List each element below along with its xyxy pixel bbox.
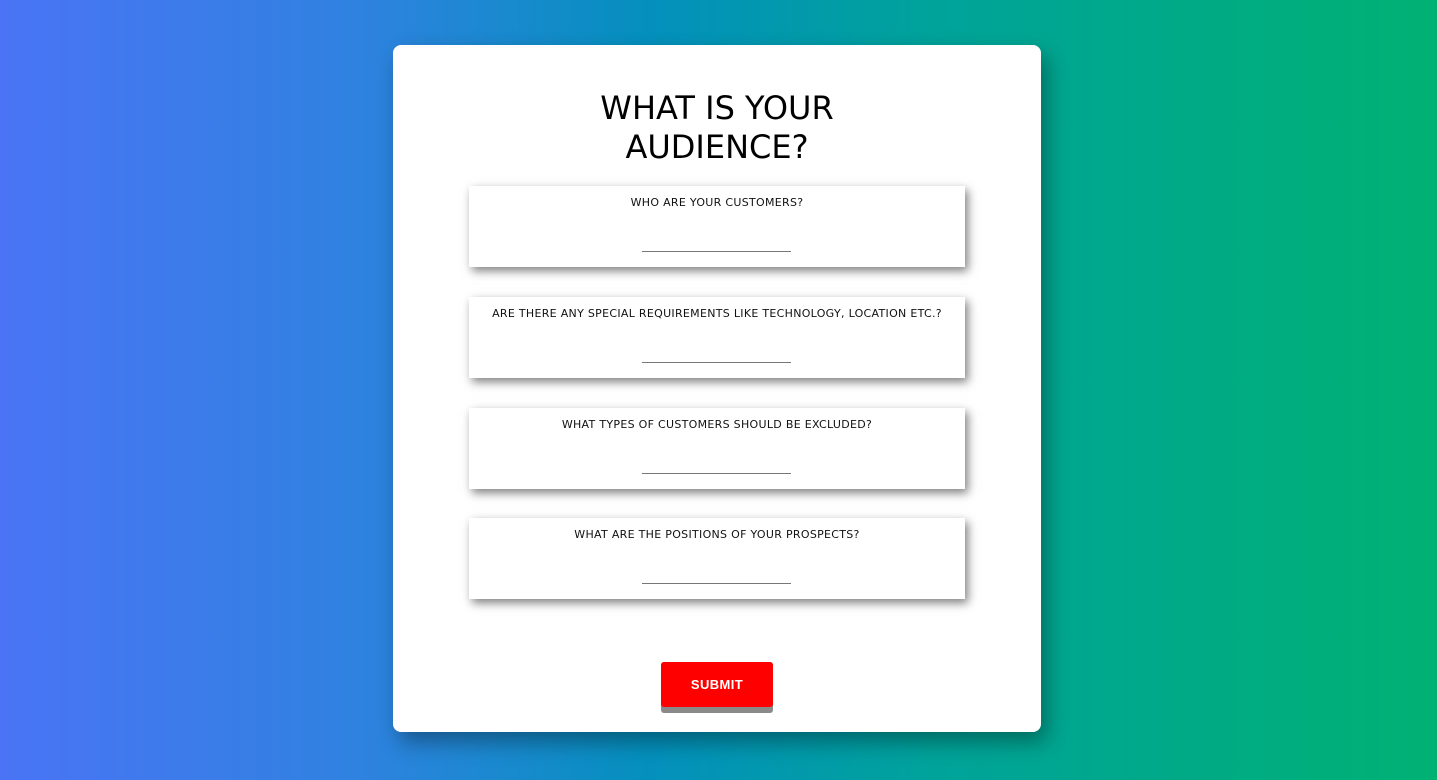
question-card-positions: WHAT ARE THE POSITIONS OF YOUR PROSPECTS…: [469, 518, 965, 599]
question-label: WHO ARE YOUR CUSTOMERS?: [630, 196, 804, 209]
submit-button[interactable]: SUBMIT: [661, 662, 773, 707]
question-label: WHAT TYPES OF CUSTOMERS SHOULD BE EXCLUD…: [561, 418, 873, 431]
question-card-excluded: WHAT TYPES OF CUSTOMERS SHOULD BE EXCLUD…: [469, 408, 965, 489]
requirements-input[interactable]: [642, 345, 791, 363]
excluded-input[interactable]: [642, 456, 791, 474]
form-card: WHAT IS YOUR AUDIENCE? WHO ARE YOUR CUST…: [393, 45, 1041, 732]
submit-button-shadow: SUBMIT: [661, 662, 773, 713]
positions-input[interactable]: [642, 566, 791, 584]
question-label: WHAT ARE THE POSITIONS OF YOUR PROSPECTS…: [574, 528, 860, 541]
question-label: ARE THERE ANY SPECIAL REQUIREMENTS LIKE …: [492, 307, 942, 320]
question-card-requirements: ARE THERE ANY SPECIAL REQUIREMENTS LIKE …: [469, 297, 965, 378]
page-title: WHAT IS YOUR AUDIENCE?: [600, 89, 834, 166]
question-card-customers: WHO ARE YOUR CUSTOMERS?: [469, 186, 965, 267]
customers-input[interactable]: [642, 234, 791, 252]
